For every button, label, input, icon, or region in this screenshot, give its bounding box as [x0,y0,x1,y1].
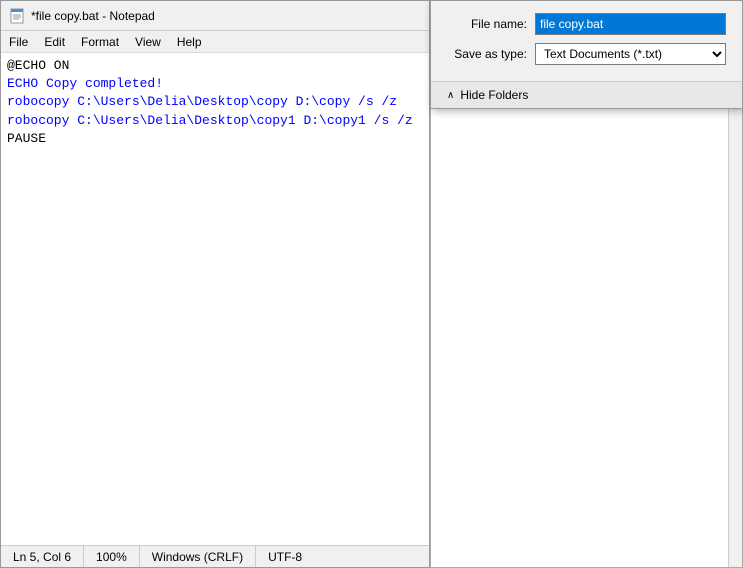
menu-file[interactable]: File [1,33,36,50]
menu-bar: File Edit Format View Help [1,31,429,53]
hide-folders-row[interactable]: ∧ Hide Folders [431,81,742,108]
window-title: *file copy.bat - Notepad [31,9,421,23]
editor-line-1: @ECHO ON [7,57,423,75]
save-dialog: File name: Save as type: Text Documents … [430,0,743,109]
status-position: Ln 5, Col 6 [1,546,84,567]
status-bar: Ln 5, Col 6 100% Windows (CRLF) UTF-8 [1,545,429,567]
hide-folders-chevron: ∧ [447,90,454,101]
status-zoom: 100% [84,546,140,567]
savetype-label: Save as type: [447,47,527,61]
editor-line-4: robocopy C:\Users\Delia\Desktop\copy1 D:… [7,112,423,130]
filename-input[interactable] [535,13,726,35]
hide-folders-label: Hide Folders [460,88,528,102]
menu-format[interactable]: Format [73,33,127,50]
status-line-ending: Windows (CRLF) [140,546,256,567]
filename-label: File name: [447,17,527,31]
savetype-select[interactable]: Text Documents (*.txt) [535,43,726,65]
menu-view[interactable]: View [127,33,169,50]
status-encoding: UTF-8 [256,546,314,567]
title-bar: *file copy.bat - Notepad [1,1,429,31]
filename-row: File name: [447,13,726,35]
editor-area[interactable]: @ECHO ON ECHO Copy completed! robocopy C… [1,53,429,545]
dialog-form: File name: Save as type: Text Documents … [431,1,742,81]
editor-line-3: robocopy C:\Users\Delia\Desktop\copy D:\… [7,93,423,111]
notepad-window: *file copy.bat - Notepad File Edit Forma… [0,0,430,568]
menu-help[interactable]: Help [169,33,210,50]
savetype-row: Save as type: Text Documents (*.txt) [447,43,726,65]
editor-line-5: PAUSE [7,130,423,148]
menu-edit[interactable]: Edit [36,33,73,50]
notepad-icon [9,8,25,24]
editor-line-2: ECHO Copy completed! [7,75,423,93]
